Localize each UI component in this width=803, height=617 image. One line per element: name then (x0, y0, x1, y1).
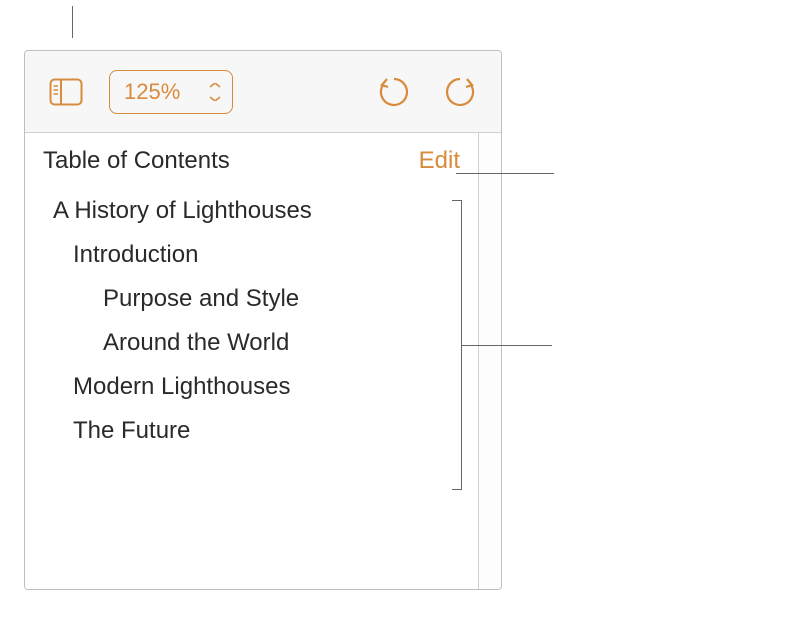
document-gutter (479, 133, 501, 589)
toolbar: 125% (25, 51, 501, 133)
redo-button[interactable] (437, 69, 483, 115)
toc-item[interactable]: Introduction (43, 233, 460, 277)
undo-icon (377, 75, 411, 109)
chevron-down-icon (208, 83, 222, 101)
zoom-value: 125% (124, 79, 180, 105)
toc-item[interactable]: Purpose and Style (43, 277, 460, 321)
toc-item[interactable]: Around the World (43, 321, 460, 365)
sidebar-icon (49, 78, 83, 106)
zoom-select[interactable]: 125% (109, 70, 233, 114)
toc-item[interactable]: Modern Lighthouses (43, 365, 460, 409)
toc-list: A History of LighthousesIntroductionPurp… (43, 189, 460, 453)
toc-sidebar: Table of Contents Edit A History of Ligh… (25, 133, 479, 589)
toc-edit-button[interactable]: Edit (419, 147, 460, 175)
sidebar-toggle-button[interactable] (43, 69, 89, 115)
redo-icon (443, 75, 477, 109)
toc-item[interactable]: The Future (43, 409, 460, 453)
undo-button[interactable] (371, 69, 417, 115)
app-window: 125% Table of Contents (24, 50, 502, 590)
toc-item[interactable]: A History of Lighthouses (43, 189, 460, 233)
toc-title: Table of Contents (43, 147, 230, 175)
